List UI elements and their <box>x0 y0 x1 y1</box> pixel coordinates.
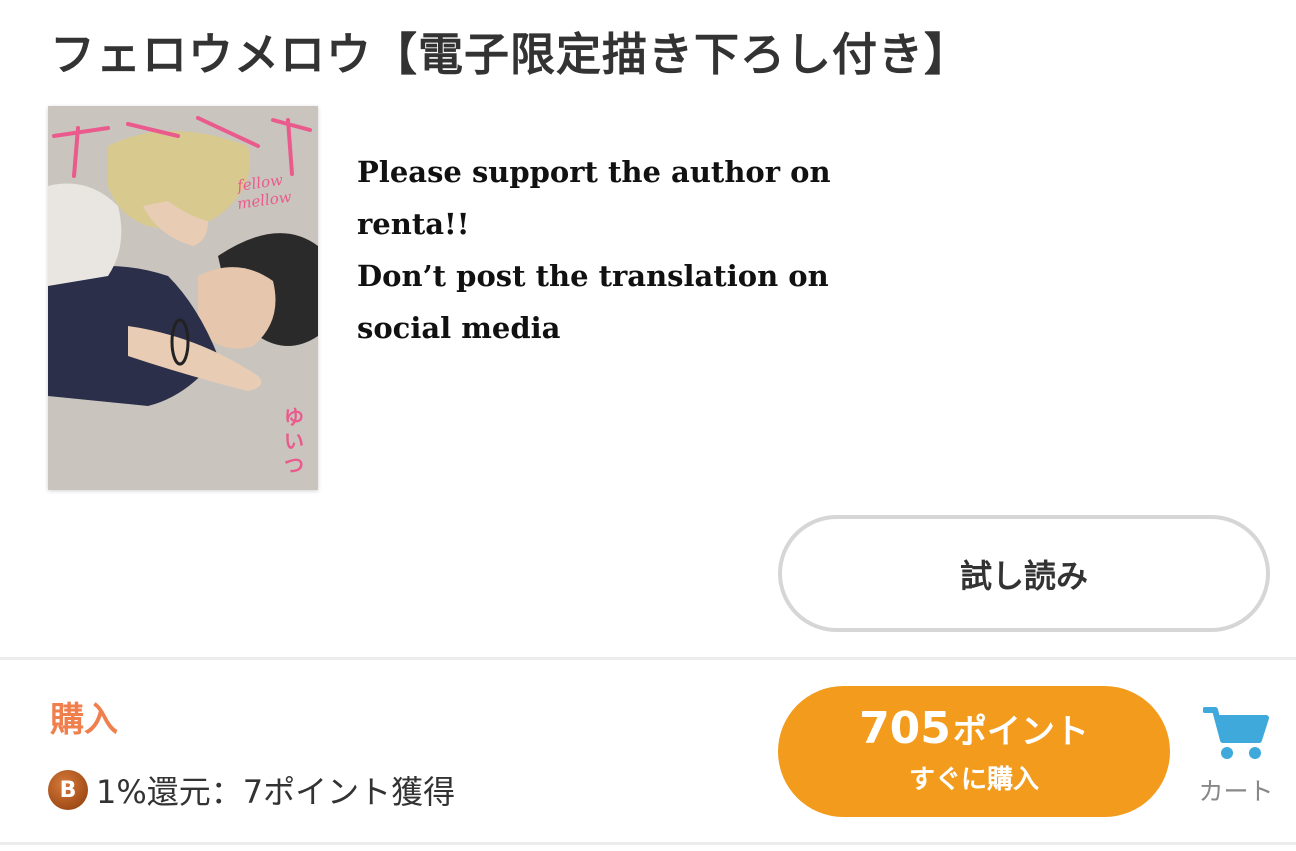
cover-image[interactable]: fellow mellow ゆ い つ <box>48 106 318 490</box>
notice-line: social media <box>357 311 561 345</box>
buy-now-label: すぐに購入 <box>908 765 1039 795</box>
buy-price-unit: ポイント <box>952 712 1089 752</box>
trial-read-button[interactable]: 試し読み <box>778 515 1270 632</box>
points-reward-text: 1%還元：7ポイント獲得 <box>96 773 456 811</box>
buy-price-number: 705 <box>859 703 951 754</box>
bonus-point-icon: B <box>48 770 88 810</box>
notice-text: Please support the author on renta!! Don… <box>357 146 917 354</box>
notice-line: Please support the author on <box>357 155 831 189</box>
purchase-label: 購入 <box>50 700 118 740</box>
svg-text:つ: つ <box>284 453 304 477</box>
cart-icon <box>1202 704 1269 766</box>
points-reward: B 1%還元：7ポイント獲得 <box>48 768 455 812</box>
buy-price: 705 ポイント <box>859 707 1089 751</box>
product-page: フェロウメロウ【電子限定描き下ろし付き】 fellow mellow ゆ い つ… <box>0 0 1296 851</box>
notice-line: Don’t post the translation on <box>357 259 829 293</box>
page-title: フェロウメロウ【電子限定描き下ろし付き】 <box>50 28 971 81</box>
cart-label: カート <box>1198 777 1274 806</box>
divider <box>0 657 1296 660</box>
buy-now-button[interactable]: 705 ポイント すぐに購入 <box>778 686 1170 817</box>
svg-text:ゆ: ゆ <box>284 405 304 429</box>
divider <box>0 842 1296 845</box>
svg-text:い: い <box>284 429 304 453</box>
notice-line: renta!! <box>357 207 470 241</box>
cart-button[interactable]: カート <box>1196 704 1276 806</box>
